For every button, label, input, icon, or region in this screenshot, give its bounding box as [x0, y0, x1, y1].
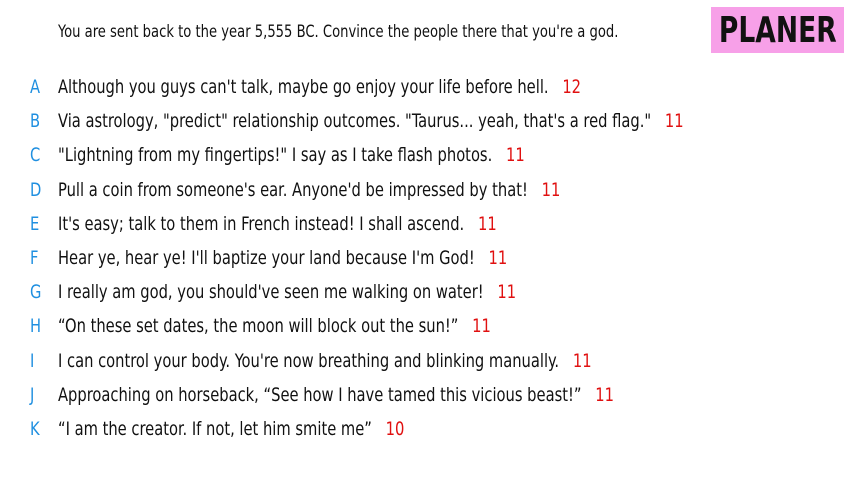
answer-text: "Lightning from my fingertips!" I say as…: [58, 144, 493, 167]
answer-content: I can control your body. You're now brea…: [58, 350, 592, 372]
answer-content: Hear ye, hear ye! I'll baptize your land…: [58, 247, 507, 269]
answer-letter: I: [30, 349, 35, 372]
answer-text: “I am the creator. If not, let him smite…: [58, 418, 372, 440]
answer-text: Via astrology, "predict" relationship ou…: [58, 110, 652, 133]
answer-content: Although you guys can't talk, maybe go e…: [58, 76, 581, 98]
answer-score: 11: [664, 110, 684, 133]
answer-content: “I am the creator. If not, let him smite…: [58, 418, 404, 440]
answer-letter: D: [30, 178, 42, 201]
answer-score: 11: [595, 383, 614, 406]
prompt-text: You are sent back to the year 5,555 BC. …: [58, 22, 619, 42]
answer-content: Approaching on horseback, “See how I hav…: [58, 384, 614, 406]
answer-text: Approaching on horseback, “See how I hav…: [58, 383, 582, 406]
answer-content: Pull a coin from someone's ear. Anyone'd…: [58, 179, 560, 201]
answer-content: I really am god, you should've seen me w…: [58, 281, 516, 303]
answer-text: I really am god, you should've seen me w…: [58, 281, 484, 304]
answer-letter: H: [30, 315, 42, 338]
answer-content: It's easy; talk to them in French instea…: [58, 213, 497, 235]
answer-letter: F: [30, 247, 39, 269]
answer-score: 10: [385, 418, 405, 440]
answer-content: “On these set dates, the moon will block…: [58, 315, 491, 337]
answer-score: 11: [472, 315, 491, 338]
answer-text: Hear ye, hear ye! I'll baptize your land…: [58, 247, 475, 269]
answer-text: Pull a coin from someone's ear. Anyone'd…: [58, 178, 528, 201]
answer-letter: K: [30, 418, 40, 440]
answer-score: 11: [572, 349, 592, 372]
answer-score: 11: [477, 212, 497, 235]
planer-logo-text: PLANER: [718, 9, 837, 51]
answer-letter: B: [30, 110, 41, 133]
answer-score: 11: [506, 144, 525, 167]
answer-letter: A: [30, 76, 41, 98]
answer-letter: C: [30, 144, 41, 167]
answer-letter: E: [30, 212, 40, 235]
answer-score: 11: [488, 247, 508, 269]
answer-letter: J: [30, 383, 35, 406]
answer-score: 11: [541, 178, 561, 201]
answer-text: “On these set dates, the moon will block…: [58, 315, 459, 338]
planer-logo: PLANER: [711, 7, 844, 53]
answer-content: "Lightning from my fingertips!" I say as…: [58, 144, 525, 166]
answer-letter: G: [30, 281, 42, 304]
answer-text: I can control your body. You're now brea…: [58, 349, 560, 372]
answer-text: It's easy; talk to them in French instea…: [58, 212, 465, 235]
answer-score: 12: [562, 76, 582, 98]
answer-content: Via astrology, "predict" relationship ou…: [58, 110, 684, 132]
answer-text: Although you guys can't talk, maybe go e…: [58, 76, 549, 98]
answer-score: 11: [497, 281, 517, 304]
